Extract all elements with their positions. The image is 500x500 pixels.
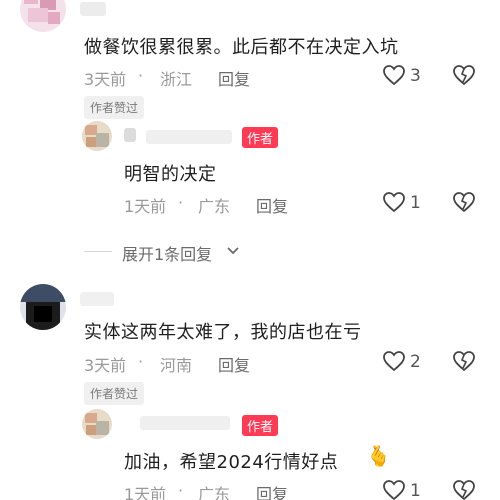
author-avatar[interactable] xyxy=(82,409,112,439)
dislike-button[interactable] xyxy=(452,64,476,86)
comment-location: 河南 xyxy=(160,356,193,375)
broken-heart-icon xyxy=(453,480,475,500)
like-button[interactable] xyxy=(382,350,406,372)
dislike-button[interactable] xyxy=(452,350,476,372)
like-button[interactable] xyxy=(382,191,406,213)
heart-outline-icon xyxy=(383,351,405,372)
reply-button[interactable]: 回复 xyxy=(256,481,288,500)
reply-time: 1天前 xyxy=(124,197,167,216)
comment-text: 做餐饮很累很累。此后都不在决定入坑 xyxy=(84,37,399,58)
like-button[interactable] xyxy=(382,479,406,500)
reply-button[interactable]: 回复 xyxy=(218,66,250,90)
author-badge: 作者 xyxy=(242,415,279,436)
commenter-name-blurred xyxy=(80,2,106,16)
finger-heart-emoji: 🫰 xyxy=(366,444,391,468)
dislike-button[interactable] xyxy=(452,479,476,500)
comment-time: 3天前 xyxy=(84,70,127,89)
heart-outline-icon xyxy=(383,192,405,213)
broken-heart-icon xyxy=(453,65,475,86)
author-name-blurred xyxy=(140,416,230,430)
like-count: 2 xyxy=(410,352,421,372)
broken-heart-icon xyxy=(453,192,475,213)
comment-text: 实体这两年太难了，我的店也在亏 xyxy=(84,322,362,343)
comment-location: 浙江 xyxy=(160,70,193,89)
author-name-blurred xyxy=(124,128,136,142)
expand-toggle[interactable] xyxy=(226,245,240,257)
expand-replies-button[interactable]: 展开1条回复 xyxy=(122,241,212,265)
reply-time: 1天前 xyxy=(124,485,167,500)
heart-outline-icon xyxy=(383,65,405,86)
expand-divider xyxy=(84,251,112,252)
author-name-blurred xyxy=(146,130,232,144)
commenter-avatar[interactable] xyxy=(20,0,66,32)
commenter-name-blurred xyxy=(80,292,114,306)
meta-separator: · xyxy=(178,193,184,212)
reply-button[interactable]: 回复 xyxy=(218,352,250,376)
reply-button[interactable]: 回复 xyxy=(256,193,288,217)
heart-outline-icon xyxy=(383,480,405,500)
comment-time: 3天前 xyxy=(84,356,127,375)
like-count: 1 xyxy=(410,193,421,213)
like-count: 1 xyxy=(410,481,421,500)
author-liked-badge: 作者赞过 xyxy=(84,382,145,405)
dislike-button[interactable] xyxy=(452,191,476,213)
author-badge: 作者 xyxy=(242,127,279,148)
reply-text: 加油，希望2024行情好点 xyxy=(124,452,339,473)
broken-heart-icon xyxy=(453,351,475,372)
meta-separator: · xyxy=(178,481,184,500)
like-count: 3 xyxy=(410,66,421,86)
commenter-avatar[interactable] xyxy=(20,284,66,330)
reply-location: 广东 xyxy=(198,485,231,500)
author-avatar[interactable] xyxy=(82,121,112,151)
author-liked-badge: 作者赞过 xyxy=(84,96,145,119)
meta-separator: · xyxy=(138,66,144,85)
like-button[interactable] xyxy=(382,64,406,86)
reply-location: 广东 xyxy=(198,197,231,216)
meta-separator: · xyxy=(138,352,144,371)
reply-text: 明智的决定 xyxy=(124,164,217,185)
chevron-down-icon xyxy=(227,247,239,255)
